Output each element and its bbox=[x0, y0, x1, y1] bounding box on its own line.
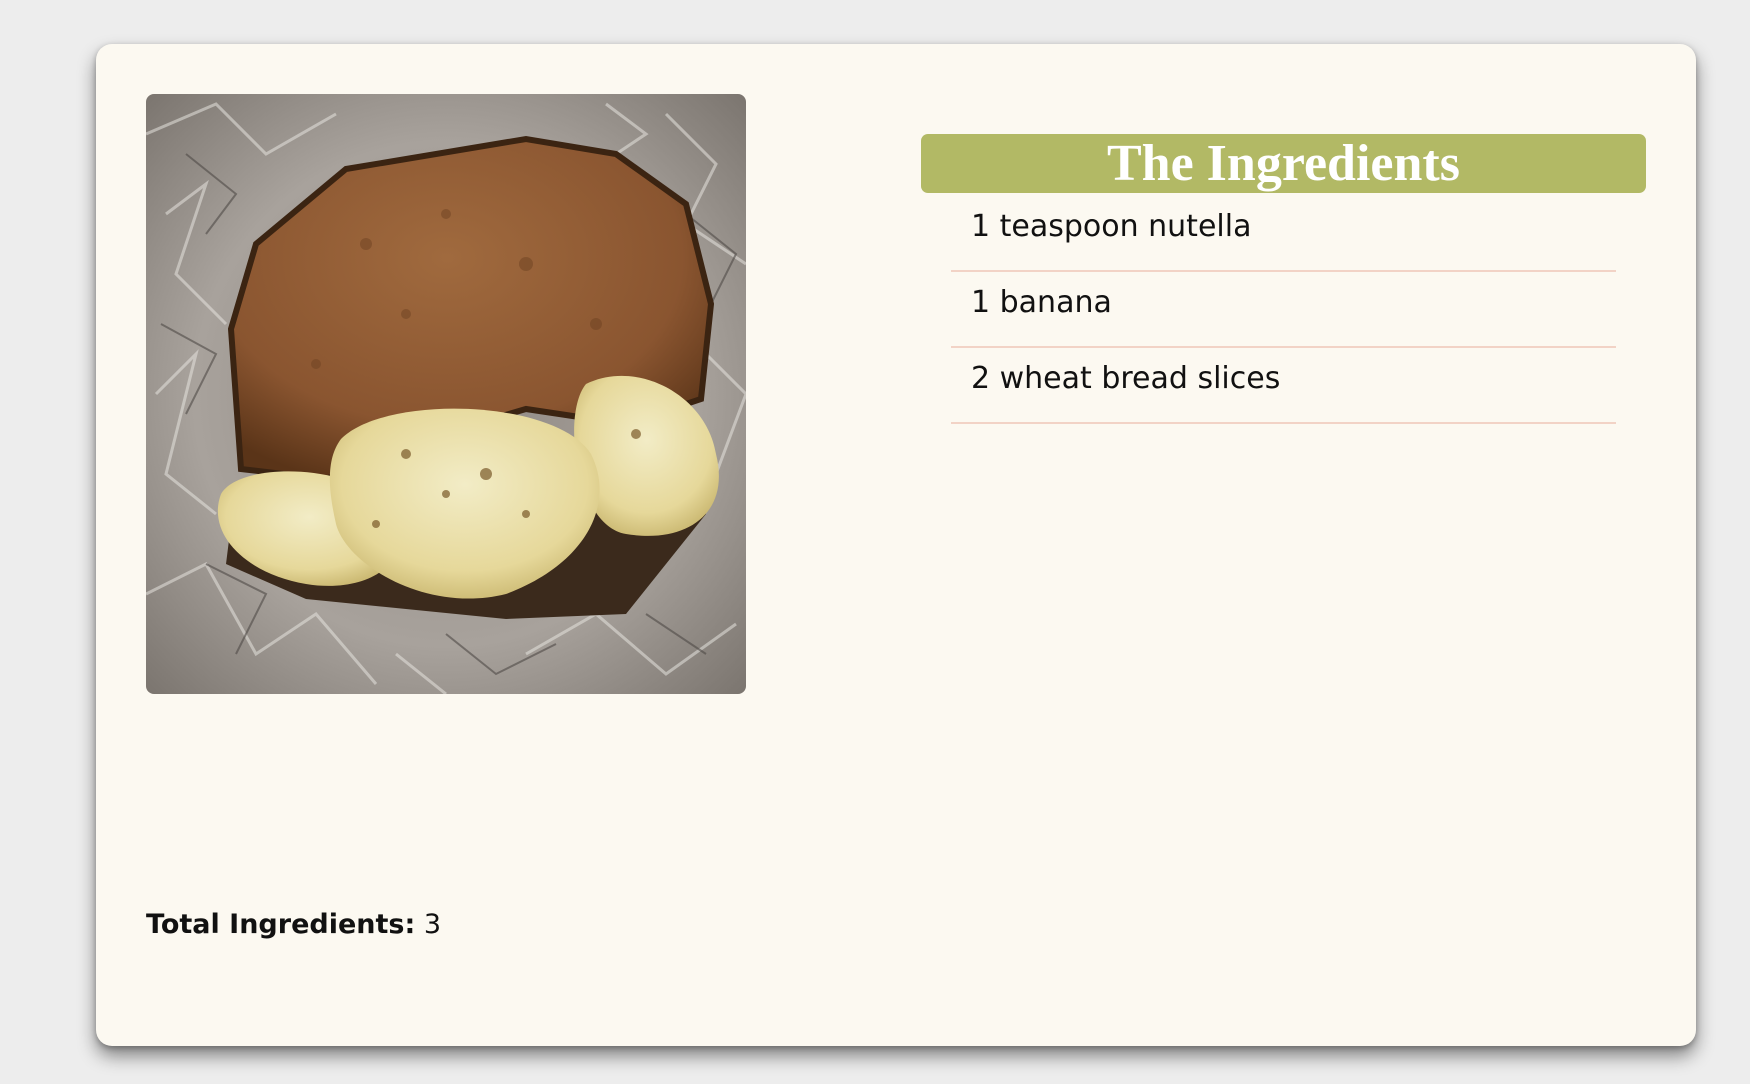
ingredient-item: 1 banana bbox=[951, 272, 1616, 348]
ingredients-heading: The Ingredients bbox=[921, 134, 1646, 193]
ingredient-list: 1 teaspoon nutella 1 banana 2 wheat brea… bbox=[951, 196, 1616, 424]
recipe-photo bbox=[146, 94, 746, 694]
ingredient-item: 1 teaspoon nutella bbox=[951, 196, 1616, 272]
ingredient-item: 2 wheat bread slices bbox=[951, 348, 1616, 424]
total-ingredients-label: Total Ingredients: bbox=[146, 909, 416, 940]
total-ingredients: Total Ingredients: 3 bbox=[146, 909, 441, 940]
total-ingredients-value: 3 bbox=[423, 909, 442, 940]
recipe-card: The Ingredients 1 teaspoon nutella 1 ban… bbox=[96, 44, 1696, 1046]
